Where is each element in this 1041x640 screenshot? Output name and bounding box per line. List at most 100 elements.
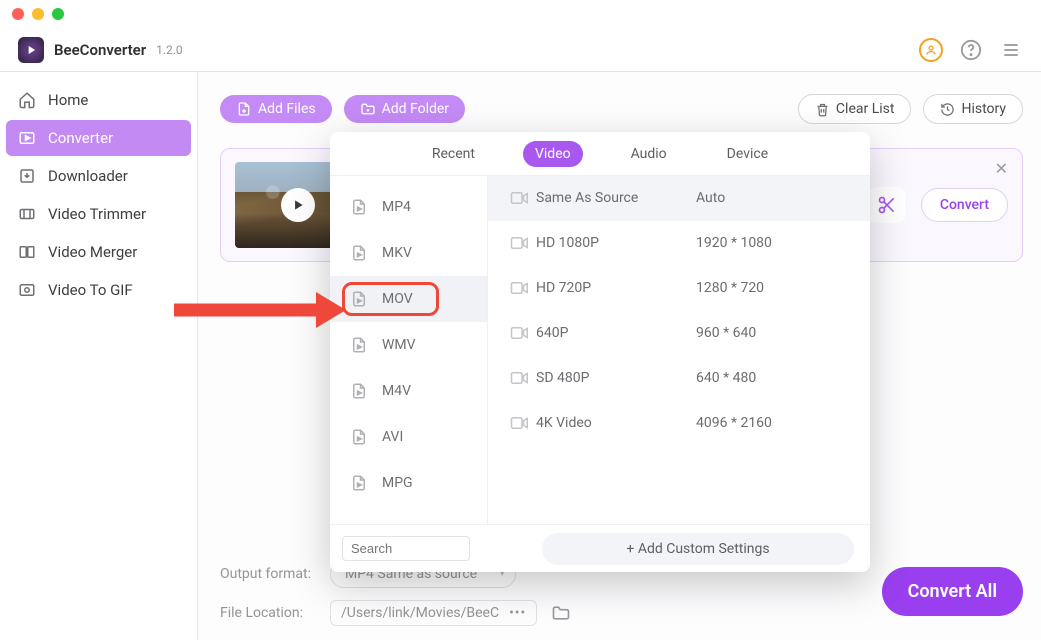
add-files-button[interactable]: Add Files (220, 95, 332, 123)
tab-audio[interactable]: Audio (619, 141, 679, 167)
clear-list-label: Clear List (836, 101, 895, 117)
format-item-wmv[interactable]: WMV (330, 322, 487, 368)
history-icon (940, 102, 955, 117)
sidebar-item-trimmer[interactable]: Video Trimmer (6, 196, 191, 232)
tab-video[interactable]: Video (523, 141, 583, 167)
tab-recent[interactable]: Recent (420, 141, 487, 167)
trimmer-icon (18, 205, 36, 223)
video-icon (510, 371, 536, 385)
card-close-icon[interactable]: ✕ (995, 159, 1008, 178)
format-label: WMV (382, 337, 416, 353)
app-header: BeeConverter 1.2.0 (0, 28, 1041, 72)
resolution-name: Same As Source (536, 190, 696, 206)
clear-list-button[interactable]: Clear List (798, 94, 912, 124)
app-name: BeeConverter (54, 41, 146, 59)
file-location-field[interactable]: /Users/link/Movies/BeeC ••• (330, 600, 537, 626)
window-minimize-dot[interactable] (32, 8, 44, 20)
resolution-name: HD 720P (536, 280, 696, 296)
video-icon (510, 416, 536, 430)
add-custom-label: + Add Custom Settings (626, 541, 769, 557)
format-item-mpg[interactable]: MPG (330, 460, 487, 506)
sidebar-item-label: Video Trimmer (48, 205, 146, 223)
merger-icon (18, 243, 36, 261)
trash-icon (815, 102, 830, 117)
trim-button[interactable] (869, 187, 905, 223)
account-icon[interactable] (919, 38, 943, 62)
format-item-avi[interactable]: AVI (330, 414, 487, 460)
window-close-dot[interactable] (12, 8, 24, 20)
downloader-icon (18, 167, 36, 185)
history-button[interactable]: History (923, 94, 1023, 124)
file-icon (350, 382, 368, 400)
sidebar-item-merger[interactable]: Video Merger (6, 234, 191, 270)
resolution-item[interactable]: HD 720P1280 * 720 (488, 266, 870, 311)
format-list[interactable]: MP4 MKV MOV WMV M4V AVI MPG (330, 176, 488, 524)
video-icon (510, 281, 536, 295)
dropdown-tabs: Recent Video Audio Device (330, 132, 870, 176)
add-files-icon (236, 101, 252, 117)
window-zoom-dot[interactable] (52, 8, 64, 20)
sidebar-item-gif[interactable]: Video To GIF (6, 272, 191, 308)
window-titlebar (0, 0, 1041, 28)
format-label: M4V (382, 383, 411, 399)
resolution-item[interactable]: HD 1080P1920 * 1080 (488, 221, 870, 266)
resolution-item[interactable]: Same As SourceAuto (488, 176, 870, 221)
resolution-dims: 1280 * 720 (696, 280, 764, 296)
format-dropdown: Recent Video Audio Device MP4 MKV MOV WMV M4… (330, 132, 870, 572)
play-icon (281, 188, 315, 222)
format-item-mov[interactable]: MOV (330, 276, 487, 322)
add-custom-settings-button[interactable]: + Add Custom Settings (542, 533, 854, 565)
file-location-value: /Users/link/Movies/BeeC (341, 605, 499, 621)
help-icon[interactable] (959, 38, 983, 62)
resolution-item[interactable]: SD 480P640 * 480 (488, 356, 870, 401)
open-folder-icon[interactable] (551, 603, 571, 623)
sidebar: Home Converter Downloader Video Trimmer … (0, 72, 198, 640)
resolution-item[interactable]: 640P960 * 640 (488, 311, 870, 356)
sidebar-item-label: Home (48, 91, 88, 109)
format-label: MKV (382, 245, 412, 261)
video-icon (510, 191, 536, 205)
file-icon (350, 290, 368, 308)
resolution-name: 640P (536, 325, 696, 341)
convert-button[interactable]: Convert (921, 188, 1008, 222)
app-version: 1.2.0 (156, 43, 183, 57)
tab-device[interactable]: Device (715, 141, 780, 167)
format-item-m4v[interactable]: M4V (330, 368, 487, 414)
resolution-name: 4K Video (536, 415, 696, 431)
resolution-dims: Auto (696, 190, 725, 206)
output-format-label: Output format: (220, 566, 316, 582)
add-folder-icon (360, 101, 376, 117)
format-label: AVI (382, 429, 403, 445)
format-search-input[interactable] (342, 536, 470, 561)
add-folder-button[interactable]: Add Folder (344, 95, 465, 123)
resolution-dims: 960 * 640 (696, 325, 756, 341)
add-files-label: Add Files (258, 101, 316, 117)
sidebar-item-label: Video Merger (48, 243, 137, 261)
format-item-mkv[interactable]: MKV (330, 230, 487, 276)
file-icon (350, 474, 368, 492)
format-item-mp4[interactable]: MP4 (330, 184, 487, 230)
format-label: MPG (382, 475, 413, 491)
sidebar-item-converter[interactable]: Converter (6, 120, 191, 156)
file-icon (350, 336, 368, 354)
toolbar: Add Files Add Folder Clear List History (220, 94, 1023, 124)
video-icon (510, 236, 536, 250)
file-icon (350, 428, 368, 446)
resolution-list[interactable]: Same As SourceAutoHD 1080P1920 * 1080HD … (488, 176, 870, 524)
video-icon (510, 326, 536, 340)
convert-all-button[interactable]: Convert All (882, 567, 1023, 616)
file-icon (350, 244, 368, 262)
menu-icon[interactable] (999, 38, 1023, 62)
sidebar-item-label: Converter (48, 129, 113, 147)
convert-label: Convert (940, 197, 989, 213)
format-label: MP4 (382, 199, 411, 215)
sidebar-item-home[interactable]: Home (6, 82, 191, 118)
resolution-dims: 640 * 480 (696, 370, 756, 386)
file-location-label: File Location: (220, 605, 316, 621)
home-icon (18, 91, 36, 109)
resolution-item[interactable]: 4K Video4096 * 2160 (488, 401, 870, 446)
ellipsis-icon: ••• (509, 605, 526, 621)
sidebar-item-downloader[interactable]: Downloader (6, 158, 191, 194)
add-folder-label: Add Folder (382, 101, 449, 117)
resolution-dims: 1920 * 1080 (696, 235, 772, 251)
